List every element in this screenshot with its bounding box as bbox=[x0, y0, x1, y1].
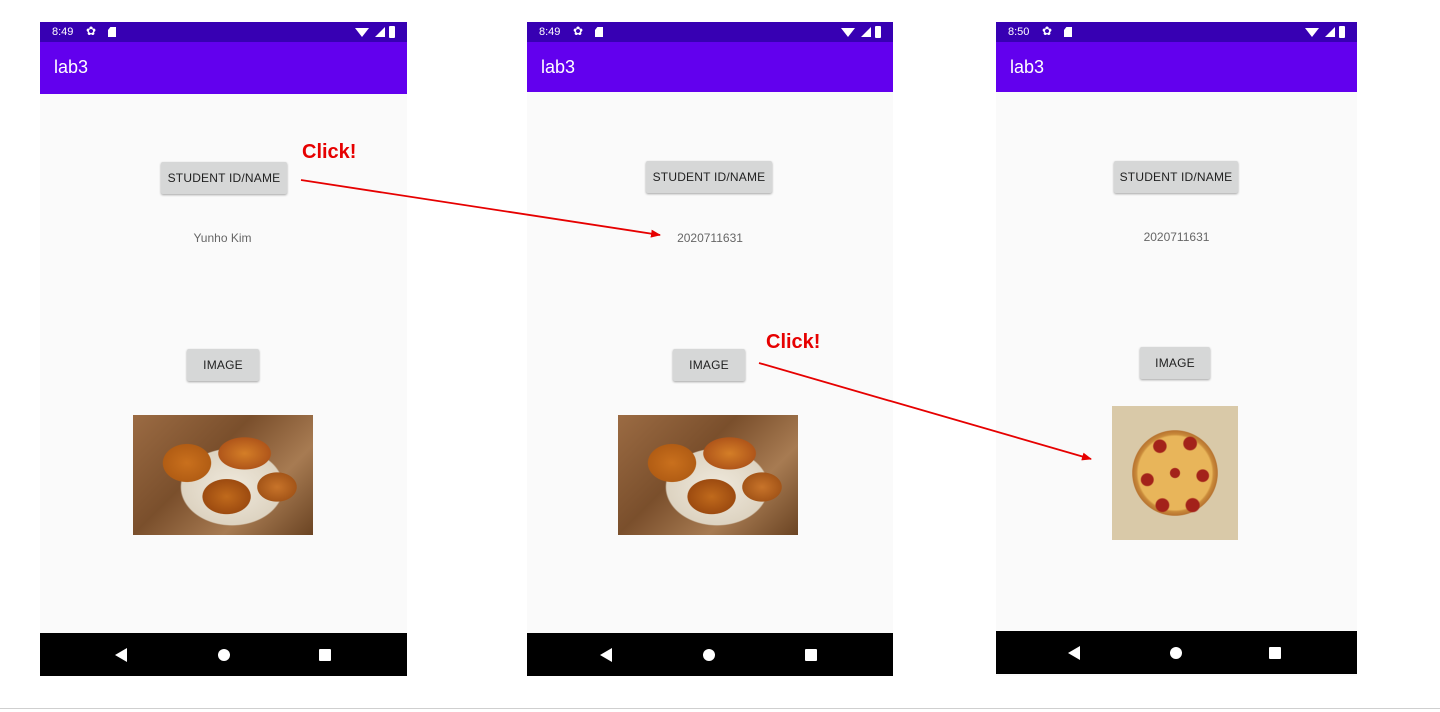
bottom-divider bbox=[0, 708, 1440, 709]
annotation-arrows bbox=[300, 179, 1092, 461]
arrow-2 bbox=[758, 362, 1092, 461]
arrow-1 bbox=[300, 179, 661, 238]
